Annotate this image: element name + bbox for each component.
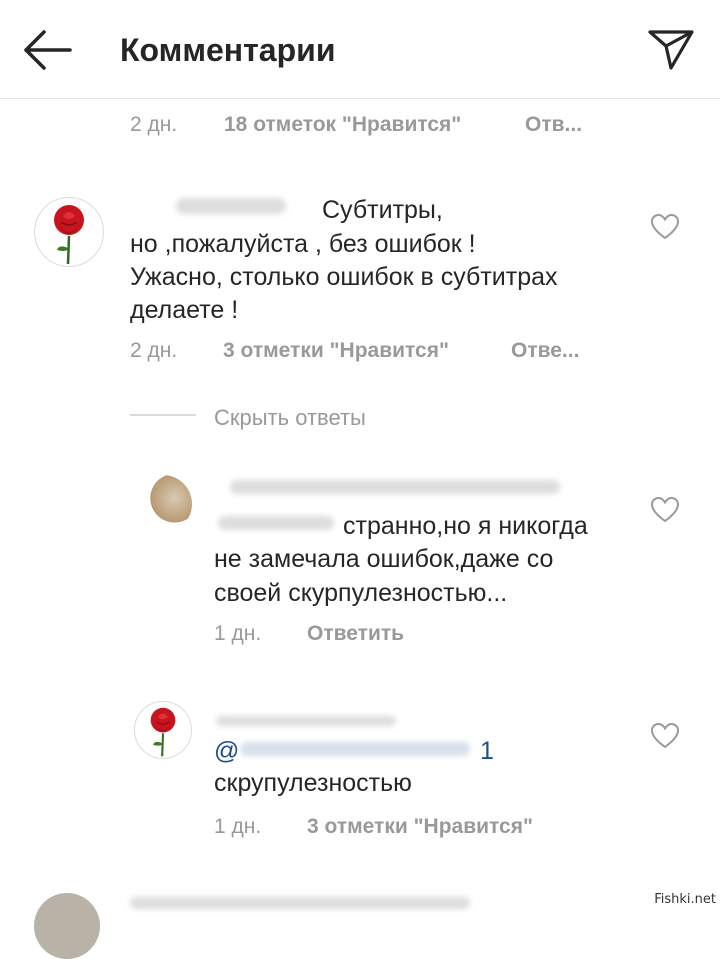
reply-button[interactable]: Ответить (307, 622, 404, 646)
reply-button[interactable]: Отв... (525, 113, 582, 137)
avatar[interactable] (134, 701, 192, 759)
comment-text: Субтитры, (322, 196, 443, 224)
avatar[interactable] (34, 893, 100, 959)
comment-time: 2 дн. (130, 339, 178, 362)
like-button[interactable] (650, 213, 680, 241)
comment-text: не замечала ошибок,даже со (214, 545, 554, 573)
comment-text: но ,пожалуйста , без ошибок ! (130, 230, 476, 258)
top-bar: Комментарии (0, 0, 720, 99)
rose-avatar (54, 205, 84, 265)
heart-icon (650, 496, 680, 523)
avatar[interactable] (134, 475, 192, 533)
hide-replies-button[interactable]: Скрыть ответы (214, 406, 366, 430)
back-button[interactable] (18, 26, 74, 74)
like-button[interactable] (650, 496, 680, 524)
comment-text: странно,но я никогда (343, 512, 588, 540)
comment-text: Ужасно, столько ошибок в субтитрах (130, 263, 558, 291)
send-icon (648, 30, 694, 70)
heart-icon (650, 213, 680, 240)
comment-text: своей скурпулезностью... (214, 579, 508, 607)
like-button[interactable] (650, 722, 680, 750)
username-redacted[interactable] (216, 716, 396, 726)
username-redacted[interactable] (176, 198, 286, 214)
likes-count[interactable]: 3 отметки "Нравится" (223, 339, 449, 363)
mention-link[interactable]: @ (214, 734, 239, 768)
comment-time: 1 дн. (214, 815, 262, 838)
likes-count[interactable]: 18 отметок "Нравится" (224, 113, 461, 137)
reply-button[interactable]: Отве... (511, 339, 579, 363)
username-redacted[interactable] (130, 897, 470, 909)
comment-time: 1 дн. (214, 622, 262, 645)
page-title: Комментарии (120, 32, 336, 68)
watermark: Fishki.net (654, 892, 716, 907)
heart-icon (650, 722, 680, 749)
username-redacted[interactable] (230, 480, 560, 494)
mention-redacted[interactable] (218, 516, 334, 530)
avatar[interactable] (34, 197, 104, 267)
likes-count[interactable]: 3 отметки "Нравится" (307, 815, 533, 839)
comment-text: скрупулезностью (214, 769, 412, 797)
back-arrow-icon (24, 30, 72, 70)
mention-redacted[interactable] (240, 742, 470, 756)
comment-text: делаете ! (130, 296, 239, 324)
mention-link[interactable]: 1 (480, 734, 494, 768)
rose-avatar (150, 707, 176, 757)
share-button[interactable] (644, 24, 698, 74)
comment-time: 2 дн. (130, 113, 178, 136)
divider (130, 414, 196, 416)
